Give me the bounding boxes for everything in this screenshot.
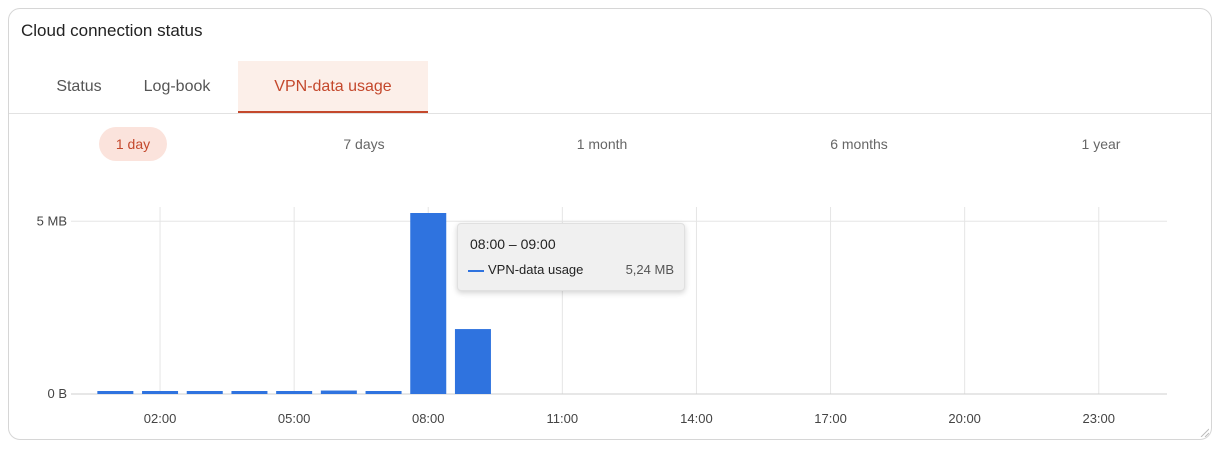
- x-tick-label: 08:00: [412, 411, 445, 426]
- chart-bar: [142, 391, 179, 394]
- resize-handle-icon[interactable]: [1199, 427, 1209, 437]
- x-tick-label: 11:00: [547, 411, 579, 426]
- x-tick-label: 17:00: [814, 411, 847, 426]
- series-line-icon: [468, 270, 484, 272]
- chart-bar: [320, 390, 357, 394]
- chart-bar: [97, 391, 134, 394]
- cloud-connection-card: Cloud connection status Status Log-book …: [8, 8, 1212, 440]
- x-tick-label: 05:00: [278, 411, 311, 426]
- y-tick-label: 5 MB: [37, 213, 67, 228]
- x-tick-label: 02:00: [144, 411, 177, 426]
- chart-bar: [186, 391, 223, 394]
- chart-tooltip: 08:00 – 09:00 VPN-data usage 5,24 MB: [457, 223, 685, 291]
- chart-bar: [231, 391, 268, 394]
- chart-bar: [410, 213, 447, 394]
- chart-bar: [454, 329, 491, 394]
- tooltip-series-name: VPN-data usage: [488, 262, 584, 277]
- chart-bar: [365, 391, 402, 394]
- chart-bar: [276, 391, 313, 394]
- x-tick-label: 20:00: [948, 411, 981, 426]
- x-tick-label: 14:00: [680, 411, 713, 426]
- tooltip-value: 5,24 MB: [625, 262, 674, 277]
- x-tick-label: 23:00: [1082, 411, 1115, 426]
- tooltip-title: 08:00 – 09:00: [470, 236, 556, 252]
- y-tick-label: 0 B: [47, 386, 67, 401]
